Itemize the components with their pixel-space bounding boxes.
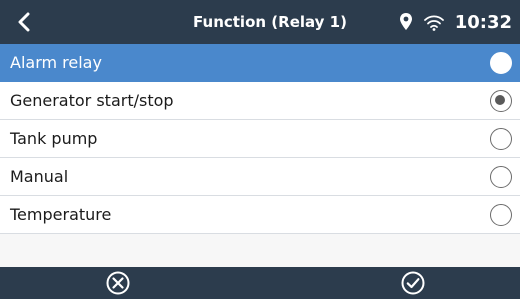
radio-button[interactable] — [490, 166, 512, 188]
option-label: Alarm relay — [10, 53, 102, 72]
option-alarm-relay[interactable]: Alarm relay — [0, 44, 520, 82]
header-bar: Function (Relay 1) 10:32 — [0, 0, 520, 44]
chevron-left-icon — [17, 12, 31, 32]
location-pin-icon — [399, 12, 413, 32]
page-title: Function (Relay 1) — [193, 13, 347, 31]
option-label: Temperature — [10, 205, 112, 224]
screen: Function (Relay 1) 10:32 Alarm relay Gen… — [0, 0, 520, 299]
status-area: 10:32 — [399, 0, 512, 44]
option-tank-pump[interactable]: Tank pump — [0, 120, 520, 158]
option-generator-start-stop[interactable]: Generator start/stop — [0, 82, 520, 120]
confirm-button[interactable] — [400, 270, 426, 296]
cancel-button[interactable] — [105, 270, 131, 296]
option-manual[interactable]: Manual — [0, 158, 520, 196]
clock-time: 10:32 — [454, 11, 512, 33]
wifi-icon — [423, 13, 445, 31]
radio-button-checked[interactable] — [490, 90, 512, 112]
back-button[interactable] — [10, 8, 38, 36]
cancel-circle-icon — [106, 271, 130, 295]
option-label: Manual — [10, 167, 69, 186]
footer-bar — [0, 267, 520, 299]
radio-button[interactable] — [490, 128, 512, 150]
function-options-list: Alarm relay Generator start/stop Tank pu… — [0, 44, 520, 234]
radio-button[interactable] — [490, 204, 512, 226]
radio-button[interactable] — [490, 52, 512, 74]
option-label: Tank pump — [10, 129, 98, 148]
confirm-check-circle-icon — [401, 271, 425, 295]
option-temperature[interactable]: Temperature — [0, 196, 520, 234]
option-label: Generator start/stop — [10, 91, 174, 110]
